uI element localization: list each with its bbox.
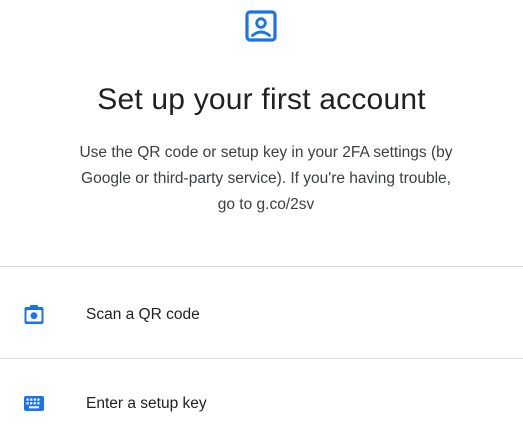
enter-setup-key-label: Enter a setup key xyxy=(86,395,207,412)
scan-qr-code-option[interactable]: Scan a QR code xyxy=(0,290,523,344)
setup-description: Use the QR code or setup key in your 2FA… xyxy=(10,140,522,218)
page-title: Set up your first account xyxy=(97,83,426,116)
scan-qr-code-label: Scan a QR code xyxy=(86,306,200,323)
account-box-icon xyxy=(245,10,277,42)
keyboard-icon xyxy=(24,396,44,411)
description-line-1: Use the QR code or setup key in your 2FA… xyxy=(79,144,453,161)
camera-icon xyxy=(24,305,44,324)
enter-setup-key-option[interactable]: Enter a setup key xyxy=(0,379,523,433)
description-line-3: go to g.co/2sv xyxy=(217,196,315,213)
divider-bottom xyxy=(0,358,523,359)
description-line-2: Google or third-party service). If you'r… xyxy=(81,170,451,187)
divider-top xyxy=(0,266,523,267)
